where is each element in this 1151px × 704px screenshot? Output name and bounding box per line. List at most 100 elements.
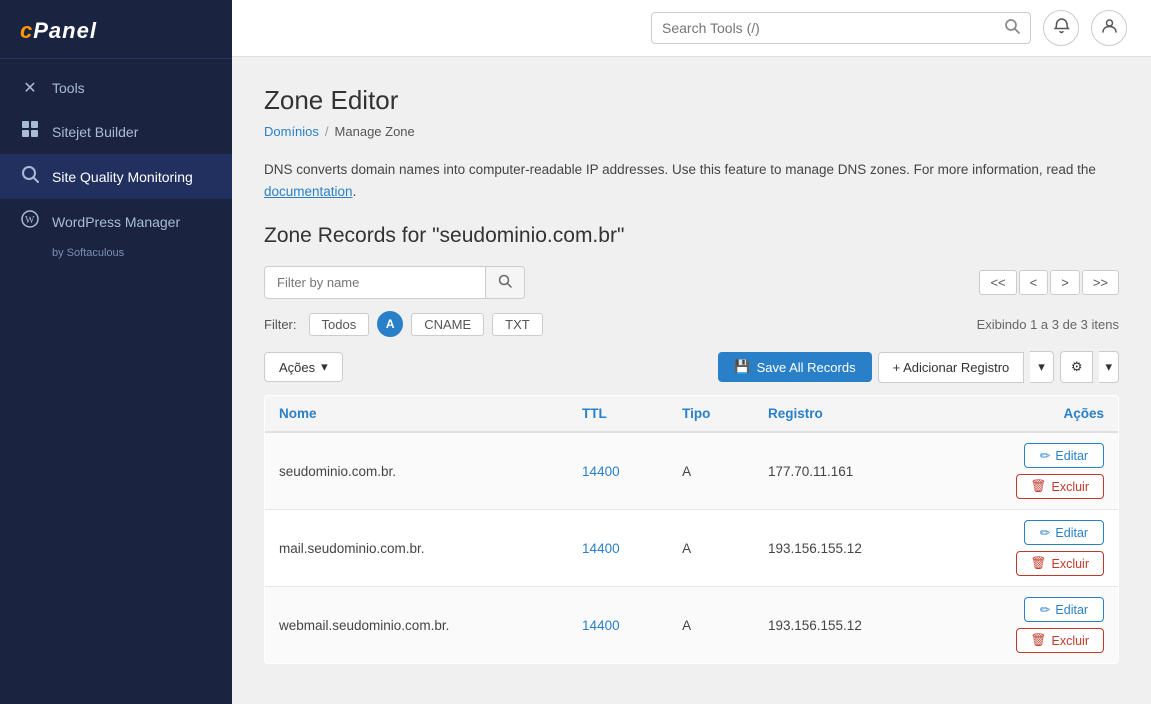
- filter-input[interactable]: [265, 268, 485, 297]
- cell-tipo: A: [668, 510, 754, 587]
- topbar: [232, 0, 1151, 57]
- delete-label: Excluir: [1051, 480, 1089, 494]
- sidebar-item-site-quality[interactable]: Site Quality Monitoring: [0, 154, 232, 199]
- save-all-label: Save All Records: [757, 360, 856, 375]
- pagination-first[interactable]: <<: [979, 270, 1016, 295]
- bell-icon: [1053, 17, 1070, 39]
- pagination-next[interactable]: >: [1050, 270, 1080, 295]
- delete-icon: 🗑: [1031, 479, 1047, 494]
- wordpress-top-row: W WordPress Manager: [20, 210, 180, 233]
- edit-label: Editar: [1055, 603, 1088, 617]
- gear-button[interactable]: ⚙: [1060, 351, 1094, 383]
- save-icon: 💾: [734, 359, 750, 375]
- wordpress-icon: W: [20, 210, 40, 233]
- ttl-link[interactable]: 14400: [582, 464, 620, 479]
- filter-tag-a[interactable]: A: [377, 311, 403, 337]
- gear-icon: ⚙: [1071, 359, 1083, 374]
- delete-icon: 🗑: [1031, 556, 1047, 571]
- records-table: Nome TTL Tipo Registro Ações seudominio.…: [264, 395, 1119, 664]
- filter-tags-left: Filter: Todos A CNAME TXT: [264, 311, 543, 337]
- row-actions: ✏ Editar 🗑 Excluir: [954, 597, 1104, 653]
- sidebar-item-wordpress[interactable]: W WordPress Manager by Softaculous: [0, 199, 232, 270]
- zone-records-title: Zone Records for "seudominio.com.br": [264, 224, 1119, 248]
- gear-dropdown-button[interactable]: ▾: [1099, 351, 1119, 383]
- acoes-button[interactable]: Ações ▾: [264, 352, 343, 382]
- delete-button[interactable]: 🗑 Excluir: [1016, 628, 1104, 653]
- ttl-link[interactable]: 14400: [582, 541, 620, 556]
- cell-acoes: ✏ Editar 🗑 Excluir: [940, 587, 1119, 664]
- sidebar-item-label: WordPress Manager: [52, 214, 180, 230]
- filter-input-wrapper: [264, 266, 525, 299]
- cell-registro: 177.70.11.161: [754, 432, 940, 510]
- cell-nome: webmail.seudominio.com.br.: [265, 587, 569, 664]
- filter-label: Filter:: [264, 317, 297, 332]
- user-icon: [1101, 17, 1118, 39]
- col-header-registro: Registro: [754, 396, 940, 433]
- search-input[interactable]: [662, 13, 1004, 43]
- add-record-dropdown-icon: ▾: [1038, 359, 1045, 374]
- col-header-nome: Nome: [265, 396, 569, 433]
- pagination: << < > >>: [979, 270, 1119, 295]
- delete-button[interactable]: 🗑 Excluir: [1016, 474, 1104, 499]
- edit-label: Editar: [1055, 526, 1088, 540]
- breadcrumb-link-dominios[interactable]: Domínios: [264, 124, 319, 139]
- sitejet-icon: [20, 120, 40, 143]
- breadcrumb-current: Manage Zone: [335, 124, 415, 139]
- svg-text:W: W: [25, 215, 35, 226]
- edit-icon: ✏: [1040, 448, 1050, 463]
- filter-tag-txt[interactable]: TXT: [492, 313, 543, 336]
- tools-icon: ✕: [20, 78, 40, 98]
- bell-button[interactable]: [1043, 10, 1079, 46]
- user-button[interactable]: [1091, 10, 1127, 46]
- delete-icon: 🗑: [1031, 633, 1047, 648]
- add-record-button[interactable]: + Adicionar Registro: [878, 352, 1025, 383]
- pagination-prev[interactable]: <: [1019, 270, 1049, 295]
- sidebar: cPanel ✕ Tools Sitejet Builder Site Qual…: [0, 0, 232, 704]
- pagination-last[interactable]: >>: [1082, 270, 1119, 295]
- search-icon-button[interactable]: [1004, 18, 1020, 39]
- filter-tag-cname[interactable]: CNAME: [411, 313, 484, 336]
- search-icon: [1004, 21, 1020, 38]
- acoes-label: Ações: [279, 360, 315, 375]
- add-record-dropdown-button[interactable]: ▾: [1030, 351, 1054, 383]
- table-header: Nome TTL Tipo Registro Ações: [265, 396, 1119, 433]
- edit-button[interactable]: ✏ Editar: [1024, 597, 1104, 622]
- edit-label: Editar: [1055, 449, 1088, 463]
- sidebar-item-label: Site Quality Monitoring: [52, 169, 193, 185]
- filter-tags-row: Filter: Todos A CNAME TXT Exibindo 1 a 3…: [264, 311, 1119, 337]
- breadcrumb: Domínios / Manage Zone: [264, 124, 1119, 139]
- cell-nome: seudominio.com.br.: [265, 432, 569, 510]
- cell-tipo: A: [668, 432, 754, 510]
- cell-nome: mail.seudominio.com.br.: [265, 510, 569, 587]
- delete-label: Excluir: [1051, 634, 1089, 648]
- cell-ttl: 14400: [568, 510, 668, 587]
- wordpress-sublabel: by Softaculous: [20, 247, 124, 259]
- sidebar-item-label: Tools: [52, 80, 85, 96]
- filter-search-button[interactable]: [485, 267, 524, 298]
- table-body: seudominio.com.br. 14400 A 177.70.11.161…: [265, 432, 1119, 664]
- filter-search-icon: [498, 275, 512, 291]
- col-header-acoes: Ações: [940, 396, 1119, 433]
- cell-acoes: ✏ Editar 🗑 Excluir: [940, 510, 1119, 587]
- cell-registro: 193.156.155.12: [754, 510, 940, 587]
- ttl-link[interactable]: 14400: [582, 618, 620, 633]
- save-all-records-button[interactable]: 💾 Save All Records: [718, 352, 871, 382]
- col-header-tipo: Tipo: [668, 396, 754, 433]
- documentation-link[interactable]: documentation: [264, 184, 353, 199]
- right-actions: 💾 Save All Records + Adicionar Registro …: [718, 351, 1119, 383]
- row-actions: ✏ Editar 🗑 Excluir: [954, 520, 1104, 576]
- filter-left: [264, 266, 525, 299]
- filter-tag-todos[interactable]: Todos: [309, 313, 370, 336]
- table-row: seudominio.com.br. 14400 A 177.70.11.161…: [265, 432, 1119, 510]
- row-actions: ✏ Editar 🗑 Excluir: [954, 443, 1104, 499]
- edit-button[interactable]: ✏ Editar: [1024, 520, 1104, 545]
- delete-button[interactable]: 🗑 Excluir: [1016, 551, 1104, 576]
- edit-button[interactable]: ✏ Editar: [1024, 443, 1104, 468]
- add-record-label: + Adicionar Registro: [893, 360, 1010, 375]
- sidebar-item-sitejet[interactable]: Sitejet Builder: [0, 109, 232, 154]
- sidebar-item-label: Sitejet Builder: [52, 124, 138, 140]
- main-content: Zone Editor Domínios / Manage Zone DNS c…: [232, 0, 1151, 704]
- cell-tipo: A: [668, 587, 754, 664]
- sidebar-item-tools[interactable]: ✕ Tools: [0, 67, 232, 109]
- edit-icon: ✏: [1040, 525, 1050, 540]
